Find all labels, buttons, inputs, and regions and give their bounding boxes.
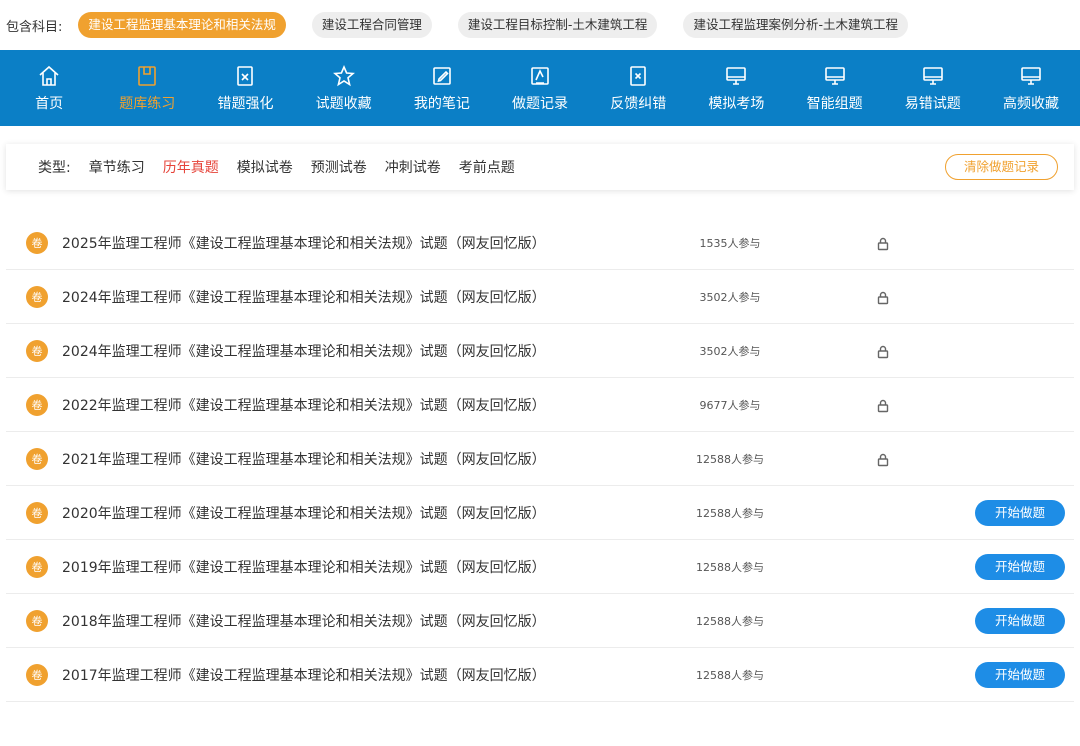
paper-badge: 卷	[26, 663, 48, 686]
main-nav: 首页 题库练习 错题强化 试题收藏 我的笔记 做题记录 反馈纠错 模拟考场 智能组题 易错试题 高频…	[0, 50, 1080, 126]
subject-pill-2[interactable]: 建设工程目标控制-土木建筑工程	[457, 12, 658, 38]
table-row[interactable]: 卷 2025年监理工程师《建设工程监理基本理论和相关法规》试题（网友回忆版） 153…	[6, 216, 1074, 270]
paper-list: 卷 2025年监理工程师《建设工程监理基本理论和相关法规》试题（网友回忆版） 153…	[0, 216, 1080, 702]
nav-item-label: 试题收藏	[315, 95, 372, 112]
table-row[interactable]: 卷 2020年监理工程师《建设工程监理基本理论和相关法规》试题（网友回忆版） 125…	[6, 486, 1074, 540]
lock-icon	[876, 398, 890, 412]
nav-item-10[interactable]: 高频收藏	[982, 50, 1080, 126]
participant-count: 1535人参与	[699, 236, 761, 250]
nav-item-9[interactable]: 易错试题	[884, 50, 982, 126]
record-icon	[528, 64, 552, 88]
monitor-icon	[823, 64, 847, 88]
nav-item-label: 做题记录	[512, 95, 569, 112]
subject-pill-0[interactable]: 建设工程监理基本理论和相关法规	[78, 12, 286, 38]
type-label: 类型:	[38, 160, 71, 176]
paper-badge: 卷	[26, 285, 48, 308]
participant-count: 3502人参与	[699, 290, 761, 304]
paper-badge: 卷	[26, 393, 48, 416]
subject-pill-1[interactable]: 建设工程合同管理	[311, 12, 432, 38]
nav-item-label: 易错试题	[904, 95, 961, 112]
start-practice-button[interactable]: 开始做题	[975, 553, 1065, 580]
monitor-icon	[1019, 64, 1043, 88]
start-practice-button[interactable]: 开始做题	[975, 661, 1065, 688]
paper-badge: 卷	[26, 555, 48, 578]
table-row[interactable]: 卷 2017年监理工程师《建设工程监理基本理论和相关法规》试题（网友回忆版） 125…	[6, 648, 1074, 702]
monitor-icon	[921, 64, 945, 88]
participant-count: 12588人参与	[696, 614, 764, 628]
paper-title[interactable]: 2025年监理工程师《建设工程监理基本理论和相关法规》试题（网友回忆版）	[62, 233, 662, 253]
nav-item-3[interactable]: 试题收藏	[295, 50, 393, 126]
participant-count: 9677人参与	[699, 398, 761, 412]
table-row[interactable]: 卷 2022年监理工程师《建设工程监理基本理论和相关法规》试题（网友回忆版） 967…	[6, 378, 1074, 432]
paper-title[interactable]: 2024年监理工程师《建设工程监理基本理论和相关法规》试题（网友回忆版）	[62, 287, 662, 307]
paper-title[interactable]: 2020年监理工程师《建设工程监理基本理论和相关法规》试题（网友回忆版）	[62, 503, 662, 523]
nav-item-label: 错题强化	[217, 95, 274, 112]
star-icon	[332, 64, 356, 88]
tab-past-exams[interactable]: 历年真题	[163, 157, 219, 177]
tab-mock[interactable]: 模拟试卷	[237, 157, 293, 177]
nav-item-label: 题库练习	[119, 95, 176, 112]
participant-count: 12588人参与	[696, 668, 764, 682]
table-row[interactable]: 卷 2024年监理工程师《建设工程监理基本理论和相关法规》试题（网友回忆版） 350…	[6, 270, 1074, 324]
table-row[interactable]: 卷 2021年监理工程师《建设工程监理基本理论和相关法规》试题（网友回忆版） 125…	[6, 432, 1074, 486]
nav-item-1[interactable]: 题库练习	[98, 50, 196, 126]
clear-records-button[interactable]: 清除做题记录	[944, 154, 1058, 180]
participant-count: 12588人参与	[696, 452, 764, 466]
start-practice-button[interactable]: 开始做题	[975, 607, 1065, 634]
subject-bar: 包含科目: 建设工程监理基本理论和相关法规 建设工程合同管理 建设工程目标控制-…	[0, 0, 1080, 50]
participant-count: 3502人参与	[699, 344, 761, 358]
paper-title[interactable]: 2022年监理工程师《建设工程监理基本理论和相关法规》试题（网友回忆版）	[62, 395, 662, 415]
table-row[interactable]: 卷 2019年监理工程师《建设工程监理基本理论和相关法规》试题（网友回忆版） 125…	[6, 540, 1074, 594]
feedback-icon	[626, 64, 650, 88]
lock-icon	[876, 290, 890, 304]
paper-badge: 卷	[26, 447, 48, 470]
paper-badge: 卷	[26, 339, 48, 362]
paper-title[interactable]: 2017年监理工程师《建设工程监理基本理论和相关法规》试题（网友回忆版）	[62, 665, 662, 685]
nav-item-0[interactable]: 首页	[0, 50, 98, 126]
nav-item-label: 首页	[35, 95, 64, 112]
nav-item-label: 模拟考场	[708, 95, 765, 112]
nav-item-2[interactable]: 错题强化	[196, 50, 294, 126]
paper-title[interactable]: 2018年监理工程师《建设工程监理基本理论和相关法规》试题（网友回忆版）	[62, 611, 662, 631]
lock-icon	[876, 452, 890, 466]
edit-icon	[430, 64, 454, 88]
tab-chapter[interactable]: 章节练习	[89, 157, 145, 177]
tab-sprint[interactable]: 冲刺试卷	[385, 157, 441, 177]
subject-label: 包含科目:	[6, 19, 63, 35]
nav-item-label: 我的笔记	[413, 95, 470, 112]
participant-count: 12588人参与	[696, 506, 764, 520]
paper-badge: 卷	[26, 231, 48, 254]
bank-icon	[135, 64, 159, 88]
nav-item-label: 智能组题	[806, 95, 863, 112]
wrong-icon	[233, 64, 257, 88]
monitor-icon	[724, 64, 748, 88]
nav-item-7[interactable]: 模拟考场	[687, 50, 785, 126]
nav-item-label: 反馈纠错	[610, 95, 667, 112]
lock-icon	[876, 344, 890, 358]
start-practice-button[interactable]: 开始做题	[975, 499, 1065, 526]
paper-badge: 卷	[26, 609, 48, 632]
subject-pill-3[interactable]: 建设工程监理案例分析-土木建筑工程	[683, 12, 908, 38]
tab-final[interactable]: 考前点题	[459, 157, 515, 177]
tab-predict[interactable]: 预测试卷	[311, 157, 367, 177]
nav-item-5[interactable]: 做题记录	[491, 50, 589, 126]
paper-title[interactable]: 2024年监理工程师《建设工程监理基本理论和相关法规》试题（网友回忆版）	[62, 341, 662, 361]
participant-count: 12588人参与	[696, 560, 764, 574]
home-icon	[37, 64, 61, 88]
table-row[interactable]: 卷 2018年监理工程师《建设工程监理基本理论和相关法规》试题（网友回忆版） 125…	[6, 594, 1074, 648]
nav-item-4[interactable]: 我的笔记	[393, 50, 491, 126]
table-row[interactable]: 卷 2024年监理工程师《建设工程监理基本理论和相关法规》试题（网友回忆版） 350…	[6, 324, 1074, 378]
lock-icon	[876, 236, 890, 250]
nav-item-label: 高频收藏	[1002, 95, 1059, 112]
nav-item-6[interactable]: 反馈纠错	[589, 50, 687, 126]
nav-item-8[interactable]: 智能组题	[786, 50, 884, 126]
paper-title[interactable]: 2021年监理工程师《建设工程监理基本理论和相关法规》试题（网友回忆版）	[62, 449, 662, 469]
paper-badge: 卷	[26, 501, 48, 524]
paper-title[interactable]: 2019年监理工程师《建设工程监理基本理论和相关法规》试题（网友回忆版）	[62, 557, 662, 577]
type-filter: 类型: 章节练习 历年真题 模拟试卷 预测试卷 冲刺试卷 考前点题 清除做题记录	[6, 144, 1074, 190]
